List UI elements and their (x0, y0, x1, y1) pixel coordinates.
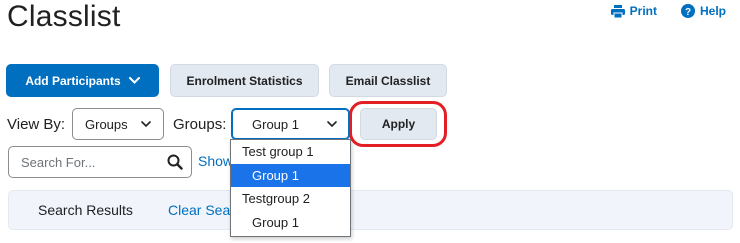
search-button[interactable] (167, 154, 183, 175)
print-link[interactable]: Print (610, 4, 657, 18)
groups-label: Groups: (173, 116, 227, 133)
search-input[interactable] (21, 148, 171, 176)
print-label: Print (629, 4, 657, 18)
page-title: Classlist (7, 0, 121, 33)
view-by-label: View By: (7, 116, 66, 133)
add-participants-label: Add Participants (25, 73, 121, 88)
dropdown-option-selected[interactable]: Group 1 (231, 163, 350, 187)
apply-button[interactable]: Apply (360, 108, 437, 140)
email-classlist-button[interactable]: Email Classlist (329, 64, 447, 97)
chevron-down-icon (327, 121, 337, 128)
enrolment-statistics-button[interactable]: Enrolment Statistics (170, 64, 319, 97)
search-box (8, 146, 192, 178)
search-results-label: Search Results (38, 202, 133, 218)
chevron-down-icon (128, 77, 140, 84)
dropdown-option[interactable]: Group 1 (231, 211, 350, 235)
top-links: Print ? Help (610, 4, 726, 18)
search-icon (167, 154, 183, 170)
search-results-bar: Search Results Clear Sea (8, 190, 733, 230)
help-link[interactable]: ? Help (680, 4, 726, 18)
dropdown-option[interactable]: Test group 1 (231, 140, 350, 164)
help-label: Help (699, 4, 726, 18)
groups-select[interactable]: Group 1 (231, 108, 350, 140)
add-participants-button[interactable]: Add Participants (6, 64, 159, 97)
chevron-down-icon (141, 121, 151, 128)
printer-icon (610, 4, 625, 18)
groups-value: Group 1 (252, 116, 299, 132)
groups-dropdown-list: Test group 1 Group 1 Testgroup 2 Group 1 (230, 139, 351, 237)
view-by-select[interactable]: Groups (72, 108, 164, 140)
help-icon: ? (680, 4, 695, 18)
show-search-options-link[interactable]: Show (198, 153, 233, 169)
svg-text:?: ? (685, 7, 691, 18)
view-by-value: Groups (85, 116, 128, 132)
clear-search-link[interactable]: Clear Sea (168, 202, 230, 218)
dropdown-option[interactable]: Testgroup 2 (231, 187, 350, 211)
